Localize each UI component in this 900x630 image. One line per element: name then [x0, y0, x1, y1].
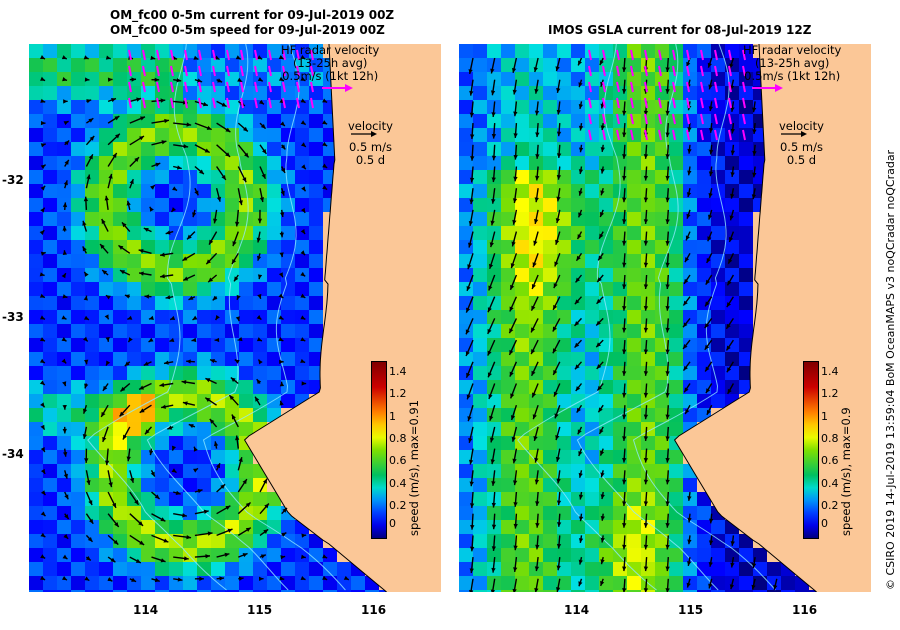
left-hf-legend-line3: 0.5m/s (1kt 12h)	[282, 69, 379, 83]
left-lon-tick-116: 116	[361, 603, 387, 617]
left-cb-tick-1.4: 1.4	[389, 365, 407, 378]
left-cb-tick-1.2: 1.2	[389, 387, 407, 400]
left-colorbar-label: speed (m/s), max=0.91	[407, 399, 421, 536]
left-lon-tick-115: 115	[247, 603, 273, 617]
right-velocity-legend: velocity 0.5 m/s 0.5 d	[779, 120, 824, 167]
left-cb-tick-0.6: 0.6	[389, 454, 407, 467]
lat-tick-34: -34	[2, 447, 24, 461]
lat-tick-32: -32	[2, 173, 24, 187]
left-cb-tick-0.4: 0.4	[389, 477, 407, 490]
left-velocity-legend: velocity 0.5 m/s 0.5 d	[348, 120, 393, 167]
right-cb-tick-0.8: 0.8	[821, 432, 839, 445]
left-lon-tick-114: 114	[133, 603, 159, 617]
left-hf-legend: HF radar velocity (13-25h avg) 0.5m/s (1…	[281, 44, 379, 83]
right-cb-tick-0.6: 0.6	[821, 454, 839, 467]
right-lon-tick-115: 115	[678, 603, 704, 617]
left-cb-tick-1: 1	[389, 410, 396, 423]
right-title: IMOS GSLA current for 08-Jul-2019 12Z	[548, 23, 812, 37]
right-cb-tick-1: 1	[821, 410, 828, 423]
left-vel-legend-line3: 0.5 d	[355, 153, 386, 167]
right-cb-tick-0.2: 0.2	[821, 499, 839, 512]
right-hf-legend-line3: 0.5m/s (1kt 12h)	[744, 69, 841, 83]
right-lon-tick-116: 116	[792, 603, 818, 617]
right-vel-legend-line1: velocity	[779, 119, 824, 133]
left-vel-legend-line1: velocity	[348, 119, 393, 133]
right-lon-tick-114: 114	[564, 603, 590, 617]
right-colorbar	[803, 361, 819, 539]
right-cb-tick-0.4: 0.4	[821, 477, 839, 490]
lat-tick-33: -33	[2, 310, 24, 324]
left-colorbar	[371, 361, 387, 539]
left-cb-tick-0: 0	[389, 517, 396, 530]
right-colorbar-label: speed (m/s), max=0.9	[839, 407, 853, 536]
left-title-line1: OM_fc00 0-5m current for 09-Jul-2019 00Z	[110, 8, 395, 22]
right-cb-tick-0: 0	[821, 517, 828, 530]
left-cb-tick-0.2: 0.2	[389, 499, 407, 512]
right-cb-tick-1.4: 1.4	[821, 365, 839, 378]
left-title-line2: OM_fc00 0-5m speed for 09-Jul-2019 00Z	[110, 23, 385, 37]
right-cb-tick-1.2: 1.2	[821, 387, 839, 400]
credit-text: © CSIRO 2019 14-Jul-2019 13:59:04 BoM Oc…	[884, 149, 897, 590]
right-vel-legend-line3: 0.5 d	[786, 153, 817, 167]
right-hf-legend: HF radar velocity (13-25h avg) 0.5m/s (1…	[743, 44, 841, 83]
left-cb-tick-0.8: 0.8	[389, 432, 407, 445]
